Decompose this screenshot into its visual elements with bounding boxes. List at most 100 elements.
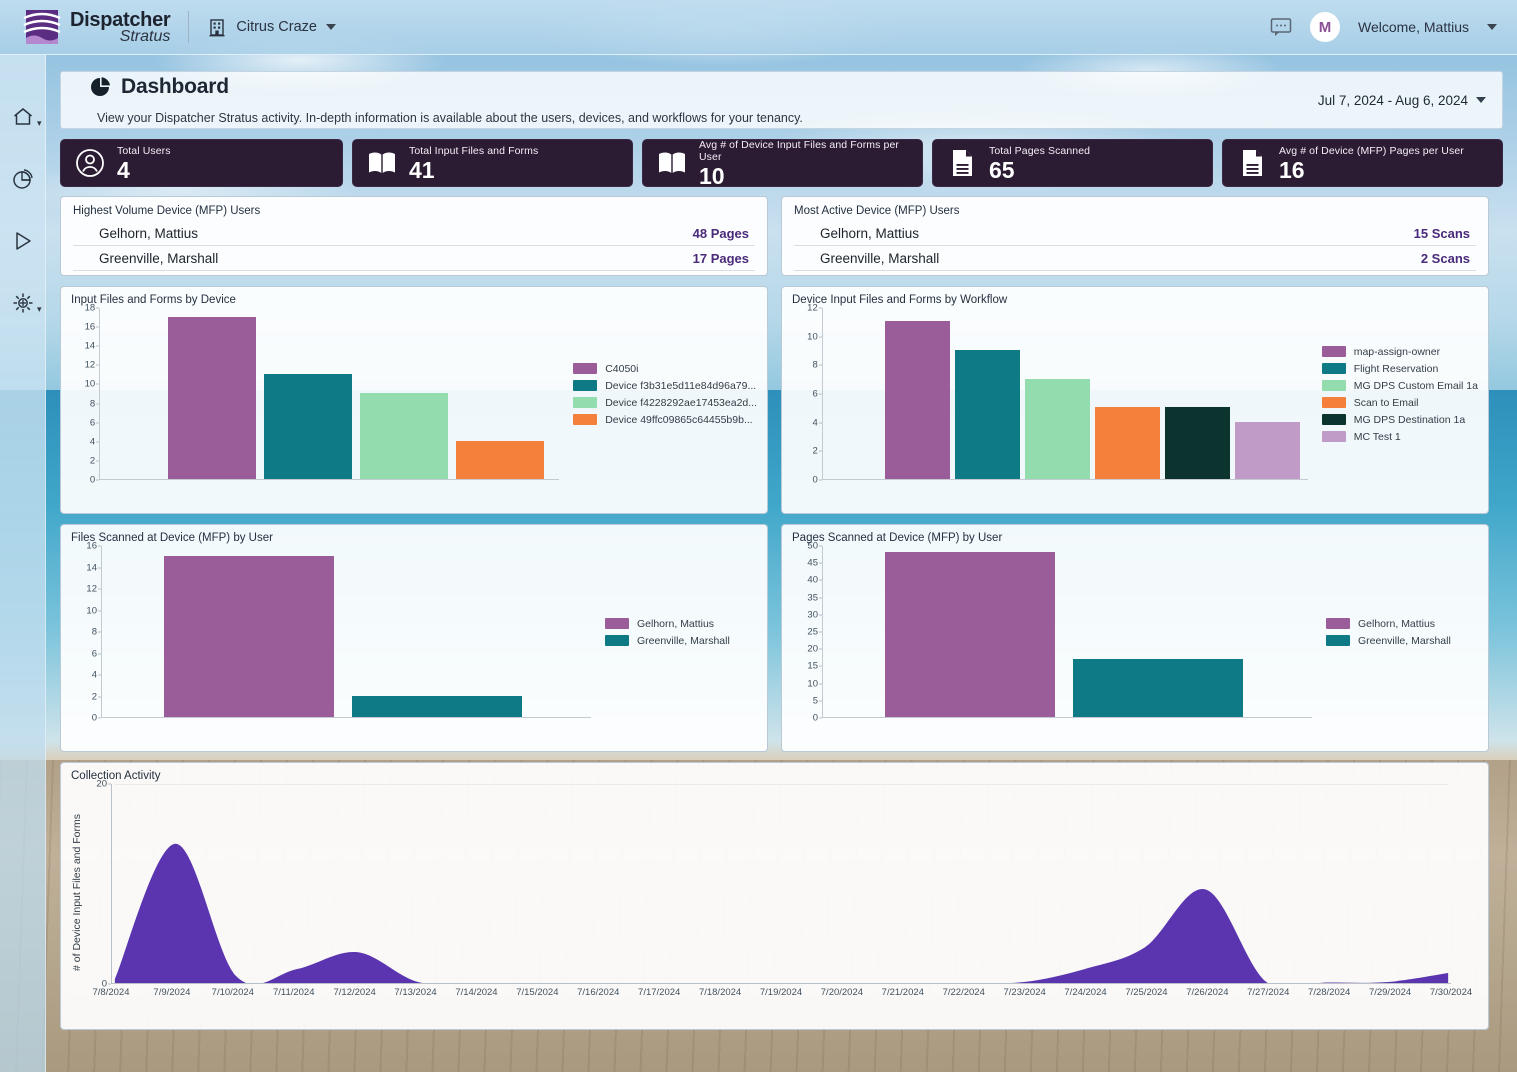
kpi-card-avg-device-input-files-per-user[interactable]: Avg # of Device Input Files and Forms pe…	[641, 139, 923, 187]
list-item[interactable]: Greenville, Marshall 17 Pages	[73, 246, 755, 271]
kpi-label: Total Pages Scanned	[988, 144, 1091, 157]
legend-item[interactable]: Greenville, Marshall	[1326, 635, 1451, 647]
dashboard-icon	[91, 77, 110, 96]
bar[interactable]	[1234, 421, 1300, 479]
y-axis-tick-label: 0	[812, 712, 818, 724]
legend-item[interactable]: Gelhorn, Mattius	[1326, 618, 1451, 630]
x-axis-tick-label: 7/30/2024	[1429, 987, 1473, 998]
y-axis-tick-label: 35	[807, 592, 818, 604]
bar[interactable]	[1024, 378, 1090, 479]
chat-icon[interactable]	[1270, 17, 1292, 37]
dispatcher-logo-icon	[23, 10, 61, 44]
x-axis-tick-label: 7/25/2024	[1125, 987, 1168, 998]
x-axis-tick-label: 7/10/2024	[211, 987, 254, 998]
app-logo[interactable]: Dispatcher Stratus	[0, 8, 171, 46]
x-axis-tick-label: 7/16/2024	[577, 987, 620, 998]
area-fill[interactable]	[114, 843, 1449, 984]
bar[interactable]	[164, 555, 334, 717]
bar[interactable]	[168, 316, 257, 479]
bar[interactable]	[954, 350, 1020, 479]
legend-swatch	[573, 380, 598, 391]
y-axis: 0 20	[85, 779, 111, 990]
avatar[interactable]: M	[1310, 12, 1340, 42]
legend-item[interactable]: Flight Reservation	[1321, 363, 1478, 375]
legend-item[interactable]: Scan to Email	[1321, 396, 1478, 409]
legend-item[interactable]: MG DPS Custom Email 1a	[1321, 380, 1478, 392]
dashboard-content: Dashboard View your Dispatcher Stratus a…	[46, 55, 1517, 1072]
date-range-selector[interactable]: Jul 7, 2024 - Aug 6, 2024	[1318, 93, 1486, 108]
chart-row-2: Files Scanned at Device (MFP) by User 0 2…	[60, 524, 1503, 752]
kpi-card-avg-mfp-pages-per-user[interactable]: Avg # of Device (MFP) Pages per User 16	[1221, 139, 1503, 187]
chart-row-1: Input Files and Forms by Device 0 2 4 6 8 10 1…	[60, 286, 1503, 514]
user-name: Gelhorn, Mattius	[99, 225, 199, 241]
chevron-down-icon	[1476, 97, 1486, 103]
legend-swatch	[1326, 618, 1350, 629]
kpi-value: 4	[117, 156, 130, 183]
chevron-down-icon	[325, 24, 336, 30]
y-axis-tick-label: 25	[807, 626, 818, 638]
kpi-label: Total Input Files and Forms	[408, 144, 539, 157]
bar[interactable]	[1164, 407, 1230, 479]
legend-item[interactable]: Gelhorn, Mattius	[605, 618, 730, 630]
list-item[interactable]: Greenville, Marshall 2 Scans	[794, 246, 1476, 271]
book-icon	[368, 152, 395, 173]
bar[interactable]	[456, 440, 545, 479]
legend-item[interactable]: Device f3b31e5d11e84d96a79...	[573, 380, 757, 392]
chevron-down-icon: ▾	[36, 118, 42, 128]
bar[interactable]	[264, 373, 353, 479]
legend-label: Gelhorn, Mattius	[1358, 617, 1436, 630]
chart-legend: Gelhorn, Mattius Greenville, Marshall	[1312, 546, 1451, 718]
bar[interactable]	[884, 321, 950, 479]
sidebar-item-home[interactable]: ▾	[9, 103, 42, 131]
legend-swatch	[573, 397, 598, 408]
chart-title: Files Scanned at Device (MFP) by User	[71, 532, 273, 544]
legend-item[interactable]: Device f4228292ae17453ea2d...	[573, 397, 757, 409]
kpi-label: Total Users	[117, 144, 171, 157]
bar[interactable]	[1094, 407, 1160, 479]
bar[interactable]	[885, 551, 1055, 717]
legend-item[interactable]: map-assign-owner	[1321, 346, 1478, 358]
sidebar-item-settings[interactable]: ▾	[9, 289, 42, 317]
legend-item[interactable]: MG DPS Destination 1a	[1321, 414, 1478, 426]
tenant-name: Citrus Craze	[236, 19, 317, 35]
y-axis-tick-label: 4	[812, 417, 818, 429]
y-axis-tick-label: 8	[89, 398, 96, 410]
legend-item[interactable]: C4050i	[573, 363, 757, 375]
user-circle-icon	[76, 149, 104, 177]
tenant-selector[interactable]: Citrus Craze	[207, 17, 336, 37]
legend-item[interactable]: Device 49ffc09865c64455b9b...	[573, 414, 757, 426]
kpi-card-total-users[interactable]: Total Users 4	[60, 139, 343, 187]
list-item[interactable]: Gelhorn, Mattius 15 Scans	[794, 221, 1476, 246]
y-axis-tick-label: 10	[84, 378, 96, 390]
x-axis-tick-label: 7/15/2024	[516, 987, 559, 998]
kpi-card-row: Total Users 4 Total Input Files and Form…	[60, 139, 1503, 187]
x-axis-tick-label: 7/22/2024	[942, 987, 985, 998]
sidebar-item-reports[interactable]	[9, 165, 37, 193]
bar[interactable]	[360, 393, 449, 479]
page-title: Dashboard	[121, 75, 229, 98]
bar-plot-area	[99, 308, 560, 480]
legend-label: Scan to Email	[1353, 396, 1419, 409]
legend-swatch	[1321, 414, 1346, 425]
legend-item[interactable]: Greenville, Marshall	[605, 635, 730, 647]
x-axis-tick-label: 7/13/2024	[394, 987, 437, 998]
top-users-row: Highest Volume Device (MFP) Users Gelhor…	[60, 196, 1503, 276]
y-axis-tick-label: 0	[812, 474, 818, 486]
bar[interactable]	[1073, 658, 1243, 717]
user-menu-chevron-down-icon[interactable]	[1487, 24, 1497, 30]
y-axis-tick-label: 15	[807, 660, 818, 672]
bar[interactable]	[352, 695, 522, 717]
legend-item[interactable]: MC Test 1	[1321, 431, 1478, 443]
chart-body: 0 5 10 15 20 25 30 35 40 45 50 Gelhorn, Mattius Gree…	[792, 541, 1478, 724]
kpi-card-total-input-files[interactable]: Total Input Files and Forms 41	[351, 139, 633, 187]
sidebar-item-workflows[interactable]	[9, 227, 37, 255]
book-icon	[658, 152, 685, 173]
x-axis: 7/8/2024 7/9/2024 7/10/2024 7/11/2024 7/12/2…	[93, 984, 1473, 1000]
legend-swatch	[1321, 380, 1346, 391]
y-axis-tick-label: 40	[807, 574, 818, 586]
x-axis-tick-label: 7/27/2024	[1247, 987, 1290, 998]
x-axis-tick-label: 7/18/2024	[698, 987, 742, 998]
list-item[interactable]: Gelhorn, Mattius 48 Pages	[73, 221, 755, 246]
kpi-card-total-pages-scanned[interactable]: Total Pages Scanned 65	[931, 139, 1213, 187]
legend-swatch	[605, 618, 629, 629]
